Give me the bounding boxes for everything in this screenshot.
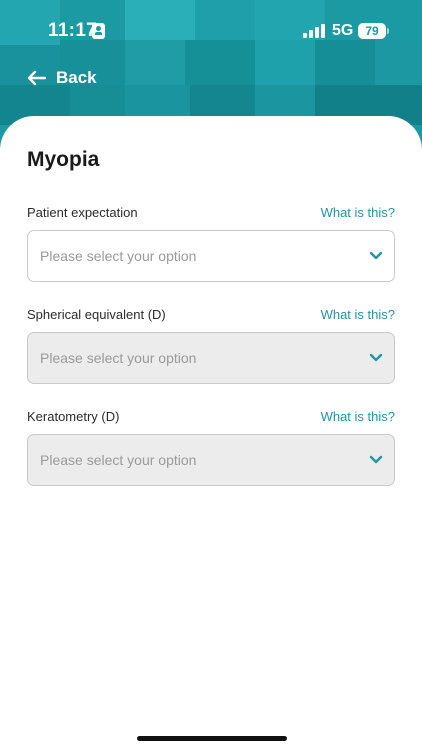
battery-icon: 79 [358,23,386,39]
id-card-icon [92,23,105,39]
status-bar: 11:17 5G 79 [0,0,422,64]
arrow-left-icon [27,70,46,86]
chevron-down-icon [369,353,383,362]
back-label: Back [56,68,97,87]
battery-tip [387,28,389,34]
status-time: 11:17 [48,20,98,41]
keratometry-select[interactable]: Please select your option [27,434,395,486]
signal-icon [303,24,325,38]
spherical-equivalent-help-link[interactable]: What is this? [321,307,395,322]
patient-expectation-help-link[interactable]: What is this? [321,205,395,220]
select-placeholder: Please select your option [40,452,197,468]
back-button[interactable]: Back [26,66,97,90]
network-type: 5G [332,22,354,39]
select-placeholder: Please select your option [40,248,197,264]
keratometry-help-link[interactable]: What is this? [321,409,395,424]
select-placeholder: Please select your option [40,350,197,366]
keratometry-label: Keratometry (D) [27,409,120,424]
spherical-equivalent-select[interactable]: Please select your option [27,332,395,384]
spherical-equivalent-label: Spherical equivalent (D) [27,307,166,322]
chevron-down-icon [369,455,383,464]
home-indicator[interactable] [137,736,287,741]
page-title: Myopia [27,148,100,171]
chevron-down-icon [369,251,383,260]
form-card: Myopia Patient expectation What is this?… [0,116,422,750]
patient-expectation-label: Patient expectation [27,205,138,220]
patient-expectation-select[interactable]: Please select your option [27,230,395,282]
